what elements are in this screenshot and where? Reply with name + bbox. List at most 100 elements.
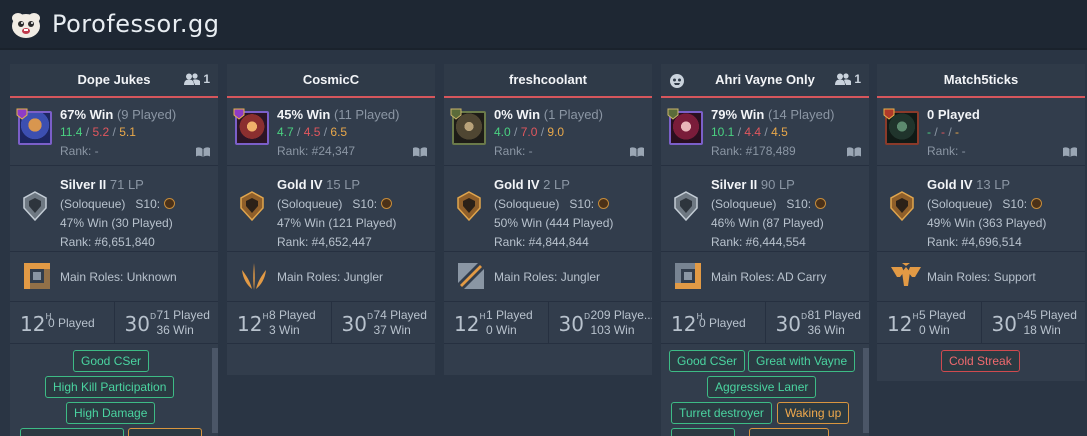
tag[interactable]: Good CSer bbox=[73, 350, 150, 372]
champion-winrate: 0 Played bbox=[927, 107, 980, 122]
champion-played: (1 Played) bbox=[543, 107, 603, 122]
tag-partial[interactable] bbox=[671, 428, 735, 436]
player-card: Dope Jukes 1 67% Win (9 Played) 11.4 / 5… bbox=[10, 64, 218, 436]
main-roles: Main Roles: Unknown bbox=[10, 252, 218, 302]
lp: 90 LP bbox=[760, 177, 795, 192]
kda: - / - / - bbox=[927, 125, 960, 139]
champion-rank: Rank: - bbox=[494, 144, 533, 158]
premade-indicator: 1 bbox=[835, 72, 861, 86]
premade-count: 1 bbox=[854, 72, 861, 86]
player-card-header: freshcoolant bbox=[444, 64, 652, 98]
tag[interactable]: Good CSer bbox=[669, 350, 746, 372]
main-roles: Main Roles: Support bbox=[877, 252, 1085, 302]
soloqueue-winrate: 47% Win (30 Played) bbox=[60, 216, 173, 230]
soloqueue-rank: Rank: #4,696,514 bbox=[927, 235, 1022, 249]
tag-list: Cold Streak bbox=[877, 344, 1085, 372]
player-card: freshcoolant 0% Win (1 Played) 4.0 / 7.0… bbox=[444, 64, 652, 375]
champion-played: (11 Played) bbox=[333, 107, 400, 122]
main-roles-text: Main Roles: Jungler bbox=[277, 270, 384, 284]
player-card-header: Dope Jukes 1 bbox=[10, 64, 218, 98]
silver-emblem-icon bbox=[23, 191, 47, 221]
main-roles-text: Main Roles: Unknown bbox=[60, 270, 177, 284]
premade-count: 1 bbox=[203, 72, 210, 86]
summoner-name[interactable]: freshcoolant bbox=[444, 64, 652, 96]
champion-winrate: 67% Win bbox=[60, 107, 114, 122]
scrollbar[interactable] bbox=[863, 348, 869, 433]
activity-12h-played: 8 Played bbox=[269, 308, 316, 322]
champion-played: (9 Played) bbox=[116, 107, 177, 122]
tag-list: Good CSer Great with Vayne Aggressive La… bbox=[661, 344, 869, 436]
kda: 11.4 / 5.2 / 5.1 bbox=[60, 125, 136, 139]
tag-partial[interactable] bbox=[749, 428, 829, 436]
season-badge-icon bbox=[1031, 198, 1043, 209]
scrollbar[interactable] bbox=[212, 348, 218, 433]
lp: 2 LP bbox=[543, 177, 570, 192]
queue-type: (Soloqueue) bbox=[60, 197, 126, 211]
tag[interactable]: High Kill Participation bbox=[45, 376, 175, 398]
book-icon[interactable] bbox=[1063, 147, 1077, 157]
activity-30d-played: 81 Played bbox=[807, 308, 861, 322]
book-icon[interactable] bbox=[847, 147, 861, 157]
lp: 15 LP bbox=[326, 177, 361, 192]
app-title[interactable]: Porofessor.gg bbox=[52, 10, 220, 38]
activity: 12H 8 Played 3 Win 30D 74 Played 37 Win bbox=[227, 302, 435, 344]
champion-stats: 67% Win (9 Played) 11.4 / 5.2 / 5.1 Rank… bbox=[10, 98, 218, 166]
activity: 12H 1 Played 0 Win 30D 209 Playe... 103 … bbox=[444, 302, 652, 344]
tag-partial[interactable] bbox=[20, 428, 124, 436]
activity-30d: 30D 209 Playe... 103 Win bbox=[547, 302, 652, 343]
season: S10: bbox=[352, 197, 378, 211]
book-icon[interactable] bbox=[196, 147, 210, 157]
activity: 12H 0 Played 30D 81 Played 36 Win bbox=[661, 302, 869, 344]
main-roles: Main Roles: Jungler bbox=[444, 252, 652, 302]
soloqueue-stats: Gold IV 13 LP (Soloqueue) S10: 49% Win (3… bbox=[877, 166, 1085, 252]
group-icon bbox=[835, 73, 852, 85]
activity-30d: 30D 81 Played 36 Win bbox=[764, 302, 870, 343]
activity-12h: 12H 8 Played 3 Win bbox=[237, 308, 316, 337]
tag[interactable]: Cold Streak bbox=[941, 350, 1020, 372]
rank-badge-icon bbox=[883, 108, 895, 120]
champion-rank: Rank: #24,347 bbox=[277, 144, 356, 158]
gold-emblem-icon bbox=[240, 191, 264, 221]
soloqueue-stats: Silver II 90 LP (Soloqueue) S10: 46% Win … bbox=[661, 166, 869, 252]
activity-30d-win: 36 Win bbox=[156, 323, 194, 337]
tag[interactable]: Great with Vayne bbox=[748, 350, 856, 372]
book-icon[interactable] bbox=[630, 147, 644, 157]
poro-logo-icon[interactable] bbox=[10, 9, 42, 39]
summoner-name[interactable]: CosmicC bbox=[227, 64, 435, 96]
tier: Gold IV bbox=[277, 177, 323, 192]
soloqueue-stats: Gold IV 15 LP (Soloqueue) S10: 47% Win (1… bbox=[227, 166, 435, 252]
tier: Gold IV bbox=[494, 177, 540, 192]
kda: 10.1 / 4.4 / 4.5 bbox=[711, 125, 788, 139]
tag[interactable]: High Damage bbox=[66, 402, 156, 424]
summoner-name[interactable]: Match5ticks bbox=[877, 64, 1085, 96]
champion-stats: 45% Win (11 Played) 4.7 / 4.5 / 6.5 Rank… bbox=[227, 98, 435, 166]
tag[interactable]: Waking up bbox=[777, 402, 850, 424]
soloqueue-rank: Rank: #4,844,844 bbox=[494, 235, 589, 249]
support-role-icon bbox=[891, 263, 921, 286]
soloqueue-winrate: 50% Win (444 Played) bbox=[494, 216, 614, 230]
tag[interactable]: Aggressive Laner bbox=[707, 376, 817, 398]
main-roles: Main Roles: Jungler bbox=[227, 252, 435, 302]
jungle-slash-role-icon bbox=[458, 263, 484, 289]
activity-30d: 30D 71 Played 36 Win bbox=[113, 302, 219, 343]
activity-12h: 12H 1 Played 0 Win bbox=[454, 308, 533, 337]
tag-partial[interactable] bbox=[128, 428, 202, 436]
soloqueue-rank: Rank: #6,444,554 bbox=[711, 235, 806, 249]
activity-30d-played: 45 Played bbox=[1023, 308, 1077, 322]
gold-emblem-icon bbox=[890, 191, 914, 221]
player-card: CosmicC 45% Win (11 Played) 4.7 / 4.5 / … bbox=[227, 64, 435, 375]
champion-stats: 0% Win (1 Played) 4.0 / 7.0 / 9.0 Rank: … bbox=[444, 98, 652, 166]
premade-indicator: 1 bbox=[184, 72, 210, 86]
silver-emblem-icon bbox=[674, 191, 698, 221]
gold-emblem-icon bbox=[457, 191, 481, 221]
activity-30d: 30D 74 Played 37 Win bbox=[330, 302, 436, 343]
tag[interactable]: Turret destroyer bbox=[671, 402, 772, 424]
activity-30d-win: 36 Win bbox=[807, 323, 845, 337]
champion-winrate: 0% Win bbox=[494, 107, 541, 122]
champion-rank: Rank: - bbox=[927, 144, 966, 158]
rank-badge-icon bbox=[667, 108, 679, 120]
book-icon[interactable] bbox=[413, 147, 427, 157]
champion-winrate: 45% Win bbox=[277, 107, 331, 122]
season-badge-icon bbox=[598, 198, 610, 209]
player-card-header: CosmicC bbox=[227, 64, 435, 98]
